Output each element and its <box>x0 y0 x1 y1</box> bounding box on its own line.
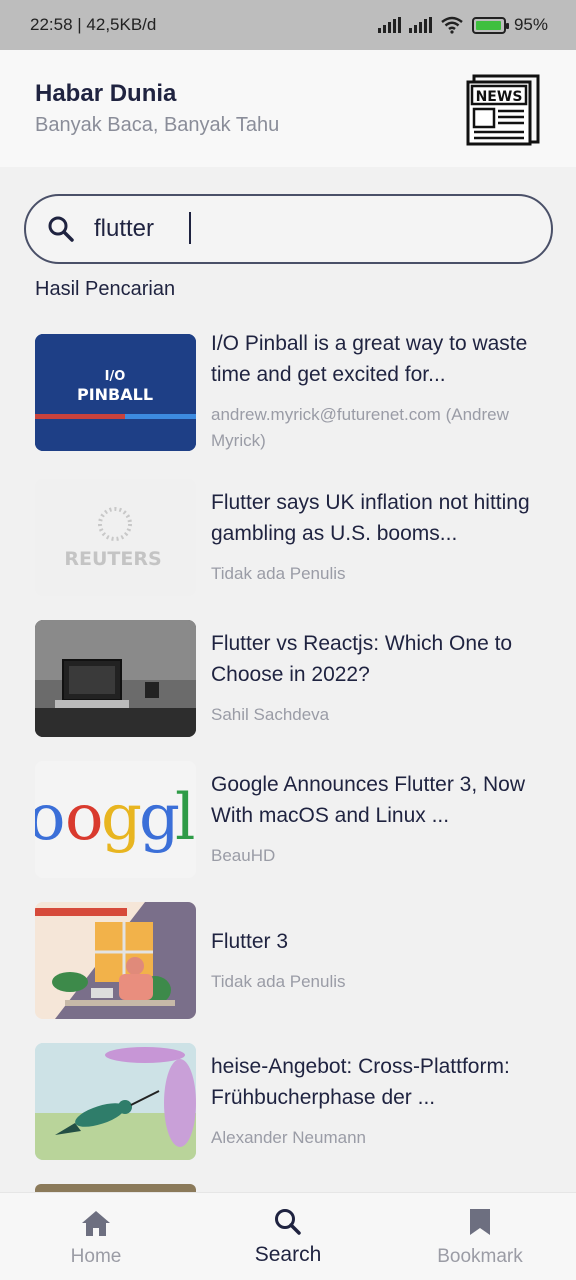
battery-icon <box>471 16 509 34</box>
google-image: o o g g l <box>35 761 196 878</box>
item-title: Flutter 3 <box>211 930 289 953</box>
results-heading: Hasil Pencarian <box>35 278 176 300</box>
svg-text:o: o <box>65 781 104 855</box>
svg-text:g: g <box>139 781 180 855</box>
app-subtitle: Banyak Baca, Banyak Tahu <box>35 114 280 136</box>
nav-home-label: Home <box>70 1246 122 1267</box>
status-bar: 22:58 | 42,5KB/d 95% <box>0 0 576 50</box>
svg-text:g: g <box>101 781 142 855</box>
bottom-navigation: Home Search Bookmark <box>0 1192 576 1280</box>
item-title: heise-Angebot: Cross-Plattform: Frühbuch… <box>211 1055 510 1109</box>
search-input[interactable] <box>94 215 514 243</box>
item-title: I/O Pinball is a great way to waste time… <box>211 332 528 386</box>
nav-bookmark-label: Bookmark <box>437 1246 523 1267</box>
search-bar[interactable] <box>24 194 553 264</box>
google-thumbnail: o o g g l <box>35 761 196 878</box>
app-title: Habar Dunia <box>35 80 177 107</box>
nav-home[interactable]: Home <box>0 1193 192 1280</box>
newspaper-logo-icon: NEWS <box>466 74 540 146</box>
status-time: 22:58 | 42,5KB/d <box>30 15 157 34</box>
nav-bookmark[interactable]: Bookmark <box>384 1193 576 1280</box>
app-header: Habar Dunia Banyak Baca, Banyak Tahu NEW… <box>0 50 576 167</box>
bookmark-icon <box>470 1209 490 1235</box>
nav-search[interactable]: Search <box>192 1193 384 1280</box>
svg-text:PINBALL: PINBALL <box>77 385 153 404</box>
item-author: Sahil Sachdeva <box>211 705 330 724</box>
item-title: Flutter vs Reactjs: Which One to Choose … <box>211 632 513 686</box>
flutter3-image <box>35 902 196 1019</box>
search-icon <box>48 216 74 242</box>
wifi-icon <box>441 16 463 34</box>
item-title: Google Announces Flutter 3, Now With mac… <box>211 773 526 827</box>
logo-text: NEWS <box>476 89 523 105</box>
item-author: Alexander Neumann <box>211 1128 366 1147</box>
pinball-image: I/O PINBALL <box>35 334 196 451</box>
flutter3-thumbnail <box>35 902 196 1019</box>
svg-text:REUTERS: REUTERS <box>64 548 161 570</box>
nav-search-label: Search <box>254 1243 322 1266</box>
status-icons: 95% <box>377 15 548 35</box>
item-author: andrew.myrick@futurenet.com (Andrew Myri… <box>211 405 509 450</box>
home-icon <box>82 1211 110 1236</box>
item-author: Tidak ada Penulis <box>211 564 346 583</box>
search-icon <box>275 1209 301 1235</box>
text-cursor <box>189 212 191 244</box>
hummingbird-thumbnail <box>35 1043 196 1160</box>
item-author: Tidak ada Penulis <box>211 972 346 991</box>
reuters-image: REUTERS <box>35 479 196 596</box>
laptop-thumbnail <box>35 620 196 737</box>
item-author: BeauHD <box>211 846 276 865</box>
pinball-thumbnail: I/O PINBALL <box>35 334 196 451</box>
svg-text:l: l <box>175 781 195 855</box>
svg-text:I/O: I/O <box>105 369 126 384</box>
svg-text:o: o <box>35 781 66 855</box>
battery-percent: 95% <box>513 15 548 34</box>
item-title: Flutter says UK inflation not hitting ga… <box>211 491 530 545</box>
hummingbird-image <box>35 1043 196 1160</box>
reuters-thumbnail: REUTERS <box>35 479 196 596</box>
signal-icon-2 <box>408 17 432 33</box>
laptop-image <box>35 620 196 737</box>
signal-icon <box>377 17 401 33</box>
battery-fill <box>475 20 501 30</box>
